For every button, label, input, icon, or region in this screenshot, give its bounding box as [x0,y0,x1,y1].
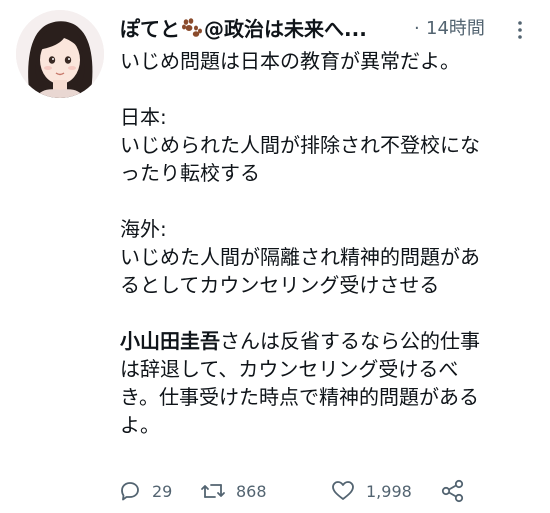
avatar[interactable] [16,10,104,98]
bold-name: 小山田圭吾 [120,329,220,353]
tweet-paragraph: いじめ問題は日本の教育が異常だよ。 [120,49,460,73]
like-button[interactable]: 1,998 [330,476,412,506]
share-button[interactable] [440,476,466,506]
more-vertical-icon[interactable] [516,20,524,40]
tweet-paragraph-last: 小山田圭吾さんは反省するなら公的仕事 は辞退して、カウンセリング受けるべ き。仕… [120,327,530,439]
paw-prints-icon [181,16,203,46]
retweet-count: 868 [236,481,267,501]
time-separator: · [414,18,420,39]
reply-count: 29 [152,481,173,501]
tweet-timestamp[interactable]: 14時間 [426,14,485,44]
like-count: 1,998 [366,481,412,501]
reply-icon [118,479,142,503]
tweet-paragraph: 日本: いじめられた人間が排除され不登校にな ったり転校する [120,105,480,185]
retweet-icon [200,479,226,503]
display-name-part: @政治は未来へ... [204,17,367,41]
tweet-text: いじめ問題は日本の教育が異常だよ。 日本: いじめられた人間が排除され不登校にな… [120,47,530,439]
display-name-part: ぽてと [120,17,180,41]
tweet-paragraph: 海外: いじめた人間が隔離され精神的問題があ るとしてカウンセリング受けさせる [120,217,480,297]
heart-icon [330,479,356,503]
display-name[interactable]: ぽてと @政治は未来へ... [120,14,367,46]
retweet-button[interactable]: 868 [200,476,267,506]
tweet-actions: 29 868 1,998 [118,476,538,506]
tweet-header: ぽてと @政治は未来へ... · 14時間 [120,14,530,44]
reply-button[interactable]: 29 [118,476,172,506]
share-icon [440,478,466,504]
